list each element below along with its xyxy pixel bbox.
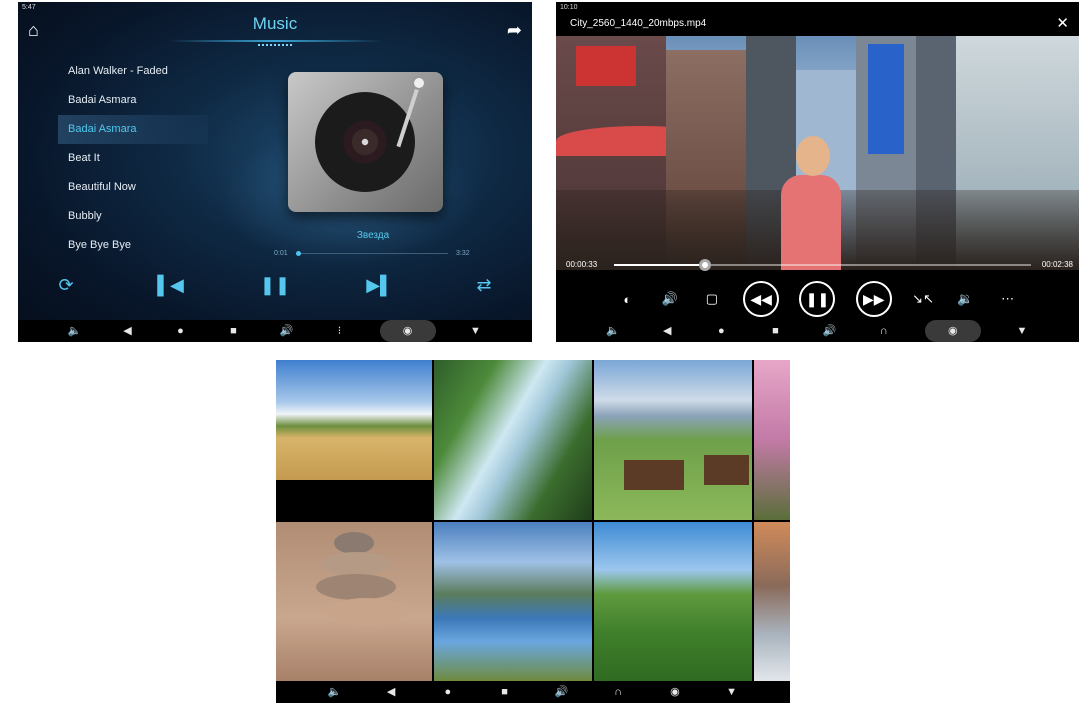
next-icon[interactable]: ▶▌ [362, 275, 398, 296]
song-item[interactable]: Bye Bye Bye [58, 231, 208, 260]
headset-icon[interactable]: ∩ [605, 681, 631, 703]
green-hills-photo[interactable] [594, 522, 752, 682]
shrink-icon[interactable]: ↘↖ [912, 291, 934, 307]
home-icon[interactable]: ● [168, 320, 194, 342]
back-icon[interactable]: ◀ [378, 681, 404, 703]
current-time: 00:00:33 [566, 260, 598, 269]
previous-icon[interactable]: ▌◀ [153, 275, 189, 296]
gallery-screen: 🔈 ◀ ● ■ 🔊 ∩ ◉ ▼ [276, 360, 790, 703]
recents-icon[interactable]: ■ [762, 320, 788, 342]
page-title: Music [252, 14, 298, 33]
title-indicator [258, 44, 292, 47]
song-list: Alan Walker - Faded Badai Asmara Badai A… [58, 57, 208, 260]
song-item[interactable]: Bubbly [58, 202, 208, 231]
volume-up-icon[interactable]: 🔊 [548, 681, 574, 703]
cliff-photo[interactable] [754, 522, 790, 682]
status-time: 10:10 [560, 4, 578, 11]
status-time: 5:47 [22, 4, 36, 11]
headset-icon[interactable]: ∩ [871, 320, 897, 342]
volume-up-icon[interactable]: 🔊 [817, 320, 843, 342]
pause-icon[interactable]: ❚❚ [799, 281, 836, 317]
back-icon[interactable]: ◀ [654, 320, 680, 342]
home-icon[interactable]: ● [435, 681, 461, 703]
repeat-icon[interactable]: ⟳ [48, 275, 84, 296]
recents-icon[interactable]: ■ [221, 320, 247, 342]
screenshot-icon[interactable]: ◉ [924, 320, 981, 342]
video-filename: City_2560_1440_20mbps.mp4 [570, 18, 707, 29]
album-art [288, 72, 443, 212]
recents-icon[interactable]: ■ [492, 681, 518, 703]
volume-down-icon[interactable]: 🔈 [62, 320, 88, 342]
music-player-screen: 5:47 ⌂ Music ➦ Alan Walker - Faded Badai… [18, 2, 532, 342]
now-playing-title: Звезда [356, 230, 390, 241]
volume-up-icon[interactable]: 🔊 [274, 320, 300, 342]
wheat-field-photo[interactable] [276, 360, 432, 480]
progress-thumb[interactable] [296, 251, 301, 256]
volume-down-icon[interactable]: 🔈 [600, 320, 626, 342]
song-item[interactable]: Badai Asmara [58, 86, 208, 115]
system-navbar: 🔈 ◀ ● ■ 🔊 ∩ ◉ ▼ [276, 681, 790, 703]
video-player-screen: 10:10 City_2560_1440_20mbps.mp4 ✕ 00:00:… [556, 2, 1079, 342]
system-navbar: 🔈 ◀ ● ■ 🔊 ⁝ ◉ ▼ [18, 320, 532, 342]
tonearm-knob [412, 76, 426, 90]
song-item[interactable]: Alan Walker - Faded [58, 57, 208, 86]
shuffle-icon[interactable]: ⇄ [466, 275, 502, 296]
close-icon[interactable]: ✕ [1056, 14, 1069, 32]
volume-icon[interactable]: 🔊 [659, 291, 681, 307]
brightness-icon[interactable]: ◐ [616, 292, 638, 307]
audio-track-icon[interactable]: 🔉 [954, 291, 976, 307]
screenshot-icon[interactable]: ◉ [379, 320, 436, 342]
cherry-blossom-photo[interactable] [754, 360, 790, 520]
hide-icon[interactable]: ▼ [1009, 320, 1035, 342]
video-controls: ◐ 🔊 ▢ ◀◀ ❚❚ ▶▶ ↘↖ 🔉 ⋯ [556, 278, 1079, 320]
system-navbar: 🔈 ◀ ● ■ 🔊 ∩ ◉ ▼ [556, 320, 1079, 342]
song-item[interactable]: Beautiful Now [58, 173, 208, 202]
song-item-active[interactable]: Badai Asmara [58, 115, 208, 144]
more-icon[interactable]: ⋯ [997, 291, 1019, 307]
title-underline [168, 40, 382, 42]
aspect-ratio-icon[interactable]: ▢ [701, 291, 723, 307]
rewind-icon[interactable]: ◀◀ [743, 281, 780, 317]
seek-fill [614, 264, 702, 266]
back-icon[interactable]: ◀ [115, 320, 141, 342]
alpine-cabins-photo[interactable] [594, 360, 752, 520]
pause-icon[interactable]: ❚❚ [257, 275, 293, 296]
progress-bar[interactable] [296, 253, 448, 254]
volume-down-icon[interactable]: 🔈 [321, 681, 347, 703]
video-frame[interactable] [556, 36, 1079, 270]
total-time: 3:32 [456, 250, 470, 257]
fast-forward-icon[interactable]: ▶▶ [855, 281, 892, 317]
playback-controls: ⟳ ▌◀ ❚❚ ▶▌ ⇄ [48, 272, 502, 298]
mountain-lake-photo[interactable] [434, 522, 592, 682]
song-item[interactable]: Beat It [58, 144, 208, 173]
share-icon[interactable]: ➦ [507, 20, 522, 41]
signal-icon[interactable]: ⁝ [327, 320, 353, 342]
hide-icon[interactable]: ▼ [719, 681, 745, 703]
seek-thumb[interactable] [699, 259, 711, 271]
current-time: 0:01 [274, 250, 288, 257]
screenshot-icon[interactable]: ◉ [662, 681, 688, 703]
stacked-stones-photo[interactable] [276, 522, 432, 682]
waterfall-photo[interactable] [434, 360, 592, 520]
seek-bar[interactable] [614, 264, 1031, 266]
hide-icon[interactable]: ▼ [463, 320, 489, 342]
total-time: 00:02:38 [1041, 260, 1073, 269]
home-icon[interactable]: ● [708, 320, 734, 342]
